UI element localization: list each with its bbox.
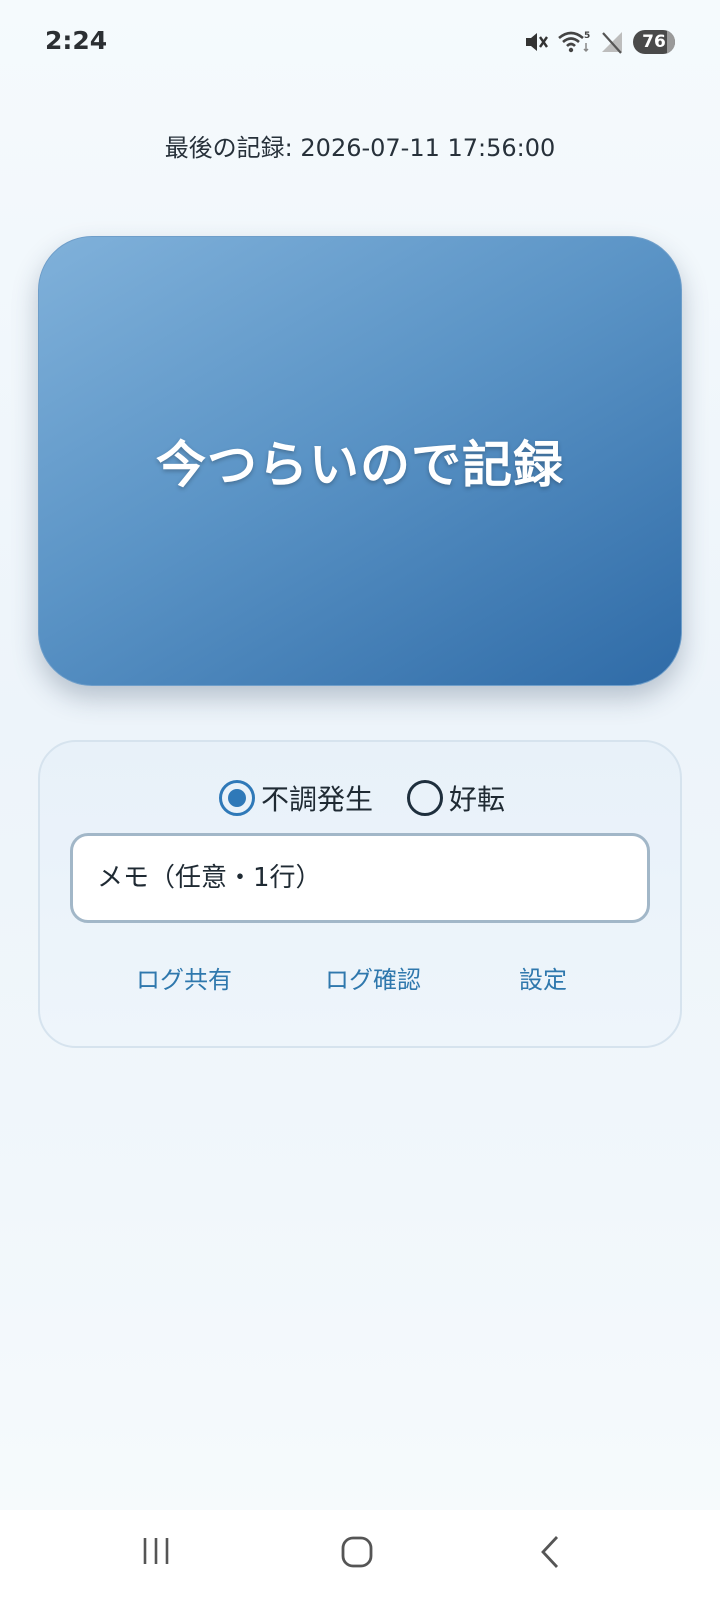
radio-selected-icon[interactable] [218,780,255,816]
mute-icon [523,29,549,55]
radio-label-onset: 不調発生 [260,783,373,816]
settings-link[interactable]: 設定 [519,960,567,995]
status-icons: 5 76 [523,28,675,56]
home-button[interactable] [327,1534,387,1574]
recent-apps-button[interactable] [126,1534,186,1574]
home-icon [327,1534,387,1570]
signal-off-icon [599,29,625,55]
back-button[interactable] [520,1534,580,1574]
action-links: ログ共有 ログ確認 設定 [40,960,684,1000]
memo-input[interactable] [70,833,650,923]
record-options-panel: 不調発生 好転 ログ共有 ログ確認 設定 [38,740,682,1048]
last-record-text: 最後の記録: 2026-07-11 17:56:00 [164,134,556,162]
status-radio-group: 不調発生 好転 [40,778,684,818]
status-time: 2:24 [45,26,108,55]
radio-option-onset[interactable]: 不調発生 [218,778,373,818]
status-bar: 2:24 5 76 [0,0,720,84]
system-nav-bar [0,1510,720,1600]
radio-label-improved: 好転 [449,783,506,816]
wifi-icon: 5 [557,29,591,55]
battery-indicator: 76 [633,30,675,54]
share-log-link[interactable]: ログ共有 [136,960,232,995]
view-log-link[interactable]: ログ確認 [325,960,421,995]
back-icon [520,1534,580,1570]
record-distress-button[interactable]: 今つらいので記録 [38,236,682,686]
radio-option-improved[interactable]: 好転 [407,778,505,818]
svg-text:5: 5 [584,31,590,41]
record-button-label: 今つらいので記録 [156,436,564,494]
recent-apps-icon [126,1534,186,1568]
battery-level: 76 [642,32,666,52]
radio-unselected-icon[interactable] [407,780,443,816]
